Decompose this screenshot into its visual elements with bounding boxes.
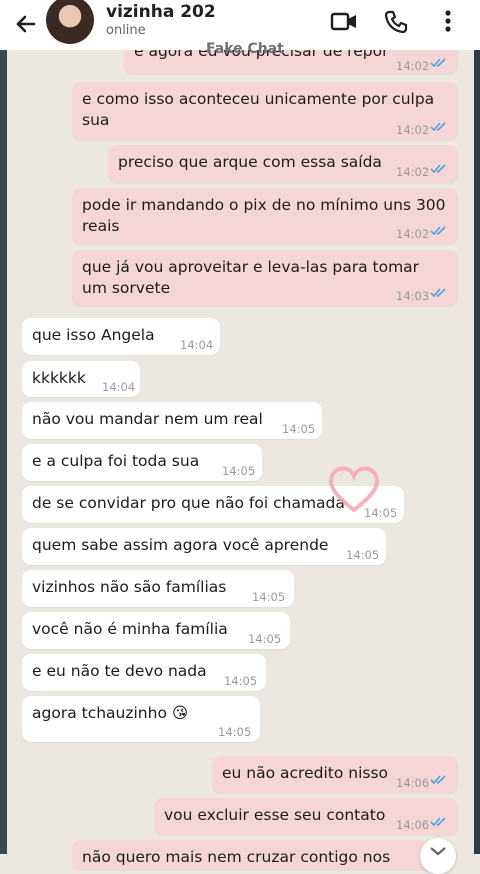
contact-status: online [106,23,146,38]
message-text: quem sabe assim agora você aprende [32,536,329,554]
message-text: pode ir mandando o pix de no mínimo uns … [82,196,446,235]
message-text: agora tchauzinho 😘 [32,704,189,722]
message-bubble-incoming[interactable]: kkkkkk 14:04 [22,361,140,397]
message-bubble-outgoing[interactable]: pode ir mandando o pix de no mínimo uns … [72,188,458,244]
scroll-to-bottom-button[interactable] [420,838,456,874]
message-bubble-incoming[interactable]: e eu não te devo nada 14:05 [22,654,266,691]
chat-area[interactable]: e agora eu vou precisar de repor 14:02 e… [0,0,480,874]
double-check-icon [430,58,446,68]
message-bubble-incoming[interactable]: quem sabe assim agora você aprende 14:05 [22,528,386,565]
more-options-icon[interactable] [440,9,456,35]
video-call-icon[interactable] [330,9,358,35]
chevron-down-icon [430,847,446,856]
contact-name[interactable]: vizinha 202 [106,2,216,22]
message-bubble-outgoing[interactable]: e como isso aconteceu unicamente por cul… [72,82,458,140]
message-time: 14:06 [396,818,430,832]
message-bubble-incoming[interactable]: não vou mandar nem um real 14:05 [22,402,322,439]
double-check-icon [430,775,446,785]
message-time: 14:04 [180,338,214,352]
double-check-icon [430,164,446,174]
message-bubble-outgoing[interactable]: preciso que arque com essa saída 14:02 [108,145,458,183]
message-bubble-incoming[interactable]: você não é minha família 14:05 [22,612,290,649]
double-check-icon [430,122,446,132]
message-text: e a culpa foi toda sua [32,452,200,470]
double-check-icon [430,226,446,236]
message-time: 14:06 [396,776,430,790]
message-time: 14:04 [102,380,136,394]
message-time: 14:05 [224,674,258,688]
message-text: vou excluir esse seu contato [164,806,386,824]
message-bubble-outgoing[interactable]: que já vou aproveitar e leva-las para to… [72,250,458,306]
message-bubble-incoming[interactable]: que isso Angela 14:04 [22,318,220,355]
message-time: 14:05 [252,590,286,604]
message-time: 14:03 [396,289,430,303]
double-check-icon [430,288,446,298]
message-time: 14:05 [282,422,316,436]
message-text: você não é minha família [32,620,228,638]
message-text: e eu não te devo nada [32,662,207,680]
message-time: 14:05 [346,548,380,562]
message-bubble-outgoing[interactable]: não quero mais nem cruzar contigo nos [72,840,432,870]
message-text: não quero mais nem cruzar contigo nos [82,848,391,866]
message-time: 14:02 [396,227,430,241]
message-time: 14:05 [218,725,252,739]
message-time: 14:02 [396,165,430,179]
watermark-label: Fake Chat [206,41,284,57]
message-bubble-incoming[interactable]: e a culpa foi toda sua 14:05 [22,444,262,481]
message-text: que já vou aproveitar e leva-las para to… [82,258,420,297]
message-text: não vou mandar nem um real [32,410,263,428]
heart-sticker-icon [329,466,379,513]
message-bubble-incoming[interactable]: agora tchauzinho 😘 14:05 [22,696,260,742]
message-bubble-outgoing[interactable]: eu não acredito nisso 14:06 [212,756,458,793]
avatar[interactable] [46,0,94,44]
message-text: de se convidar pro que não foi chamada [32,494,345,512]
phone-call-icon[interactable] [383,9,409,35]
message-time: 14:05 [248,632,282,646]
message-time: 14:05 [222,464,256,478]
message-text: preciso que arque com essa saída [118,153,382,171]
message-time: 14:02 [396,123,430,137]
back-arrow-icon[interactable] [10,8,42,40]
message-text: kkkkkk [32,369,86,387]
message-text: que isso Angela [32,326,155,344]
message-bubble-incoming[interactable]: vizinhos não são famílias 14:05 [22,570,294,607]
message-time: 14:02 [396,59,430,73]
message-text: e como isso aconteceu unicamente por cul… [82,90,435,129]
message-text: eu não acredito nisso [222,764,389,782]
message-bubble-outgoing[interactable]: vou excluir esse seu contato 14:06 [154,798,458,835]
message-text: vizinhos não são famílias [32,578,227,596]
double-check-icon [430,817,446,827]
